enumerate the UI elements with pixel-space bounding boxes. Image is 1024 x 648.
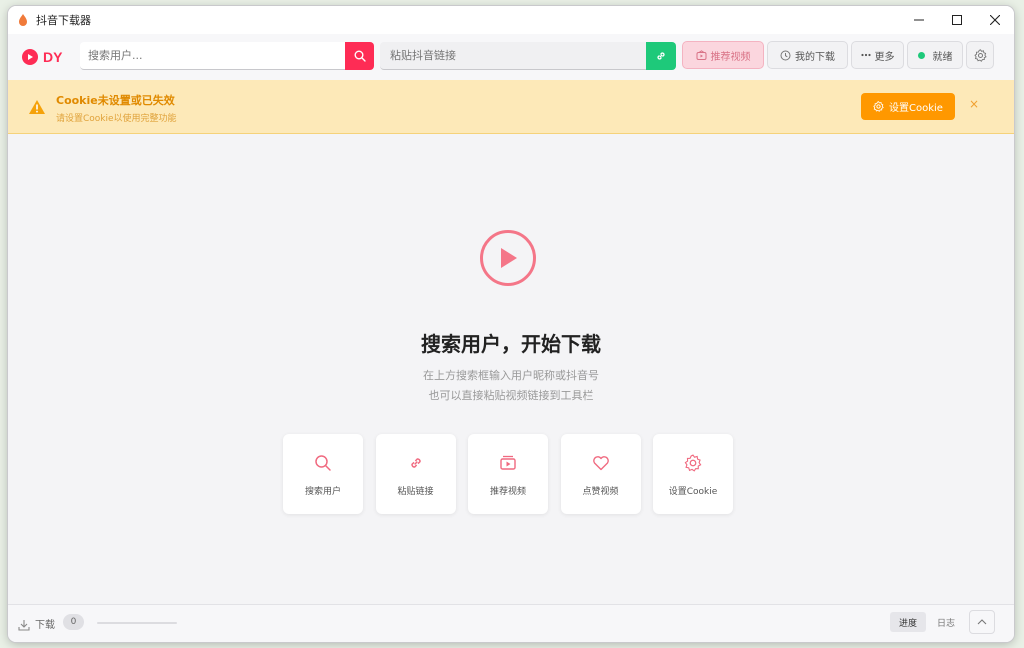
tab-progress[interactable]: 进度 xyxy=(890,612,926,632)
more-button[interactable]: 更多 xyxy=(851,41,904,69)
card-label: 搜索用户 xyxy=(304,487,341,497)
download-progress-bar xyxy=(97,622,177,624)
banner-subtitle: 请设置Cookie以使用完整功能 xyxy=(56,114,177,124)
more-dots-icon xyxy=(860,53,871,57)
maximize-button[interactable] xyxy=(938,6,976,34)
video-list-icon xyxy=(499,454,517,472)
link-input[interactable] xyxy=(380,42,646,70)
download-icon xyxy=(18,616,30,635)
settings-button[interactable] xyxy=(966,41,994,69)
status-indicator: 就绪 xyxy=(907,41,963,69)
clock-icon xyxy=(780,50,791,61)
gear-icon xyxy=(873,101,884,112)
search-icon xyxy=(314,454,332,472)
status-dot-icon xyxy=(917,51,925,59)
parse-link-button[interactable] xyxy=(646,42,676,70)
main-content: 搜索用户，开始下载 在上方搜索框输入用户昵称或抖音号 也可以直接粘贴视频链接到工… xyxy=(8,134,1014,604)
recommend-videos-label: 推荐视频 xyxy=(710,51,751,63)
download-count-badge: 0 xyxy=(63,614,84,630)
gear-icon xyxy=(973,48,987,62)
heart-icon xyxy=(592,454,610,472)
more-label: 更多 xyxy=(874,51,895,63)
card-label: 设置Cookie xyxy=(668,487,718,497)
search-icon xyxy=(354,50,366,62)
status-bar: 下载 0 进度 日志 xyxy=(8,604,1014,642)
logo-play-icon xyxy=(22,49,38,65)
app-icon xyxy=(16,13,30,27)
app-window: 抖音下载器 DY 搜索用户... 粘贴抖音链接 推荐视频 我的下载 更多 就绪 … xyxy=(8,6,1014,642)
my-downloads-button[interactable]: 我的下载 xyxy=(767,41,848,69)
expand-panel-button[interactable] xyxy=(969,610,995,634)
video-box-icon xyxy=(696,49,707,61)
card-set-cookie[interactable]: 设置Cookie xyxy=(653,434,733,514)
card-label: 粘贴链接 xyxy=(397,487,434,497)
banner-title: Cookie未设置或已失效 xyxy=(56,94,175,107)
link-icon xyxy=(657,52,665,60)
recommend-videos-button[interactable]: 推荐视频 xyxy=(682,41,764,69)
gear-icon xyxy=(684,454,702,472)
warning-icon xyxy=(28,99,46,119)
minimize-icon xyxy=(914,19,924,21)
chevron-up-icon xyxy=(977,619,987,625)
card-label: 点赞视频 xyxy=(582,487,619,497)
cookie-warning-banner: Cookie未设置或已失效 请设置Cookie以使用完整功能 设置Cookie … xyxy=(8,80,1014,134)
maximize-icon xyxy=(952,15,962,25)
card-label: 推荐视频 xyxy=(489,487,526,497)
empty-state-subtitle-2: 也可以直接粘贴视频链接到工具栏 xyxy=(428,389,594,402)
window-controls xyxy=(900,6,1014,34)
set-cookie-button[interactable]: 设置Cookie xyxy=(861,93,955,120)
close-window-button[interactable] xyxy=(976,6,1014,34)
search-input[interactable] xyxy=(80,42,345,70)
empty-state-title: 搜索用户，开始下载 xyxy=(421,332,601,356)
app-logo: DY xyxy=(22,49,80,65)
card-recommend-videos[interactable]: 推荐视频 xyxy=(468,434,548,514)
tab-log[interactable]: 日志 xyxy=(930,612,962,632)
card-search-user[interactable]: 搜索用户 xyxy=(283,434,363,514)
status-label: 就绪 xyxy=(932,51,953,63)
link-icon xyxy=(408,454,424,472)
set-cookie-label: 设置Cookie xyxy=(889,103,943,114)
card-liked-videos[interactable]: 点赞视频 xyxy=(560,434,641,514)
banner-close-button[interactable]: × xyxy=(969,97,979,111)
empty-state-subtitle-1: 在上方搜索框输入用户昵称或抖音号 xyxy=(423,369,599,382)
my-downloads-label: 我的下载 xyxy=(795,51,835,63)
close-icon xyxy=(990,15,1000,25)
play-circle-icon xyxy=(480,230,536,286)
card-paste-link[interactable]: 粘贴链接 xyxy=(375,434,456,514)
search-button[interactable] xyxy=(345,42,374,70)
download-label[interactable]: 下载 xyxy=(35,616,55,631)
quick-action-cards: 搜索用户 粘贴链接 推荐视频 点赞视频 设置Cookie xyxy=(283,434,746,514)
title-bar: 抖音下载器 xyxy=(8,6,1014,34)
logo-text: DY xyxy=(43,49,63,65)
window-title: 抖音下载器 xyxy=(36,14,91,27)
toolbar: DY 推荐视频 我的下载 更多 xyxy=(8,34,1014,80)
minimize-button[interactable] xyxy=(900,6,938,34)
